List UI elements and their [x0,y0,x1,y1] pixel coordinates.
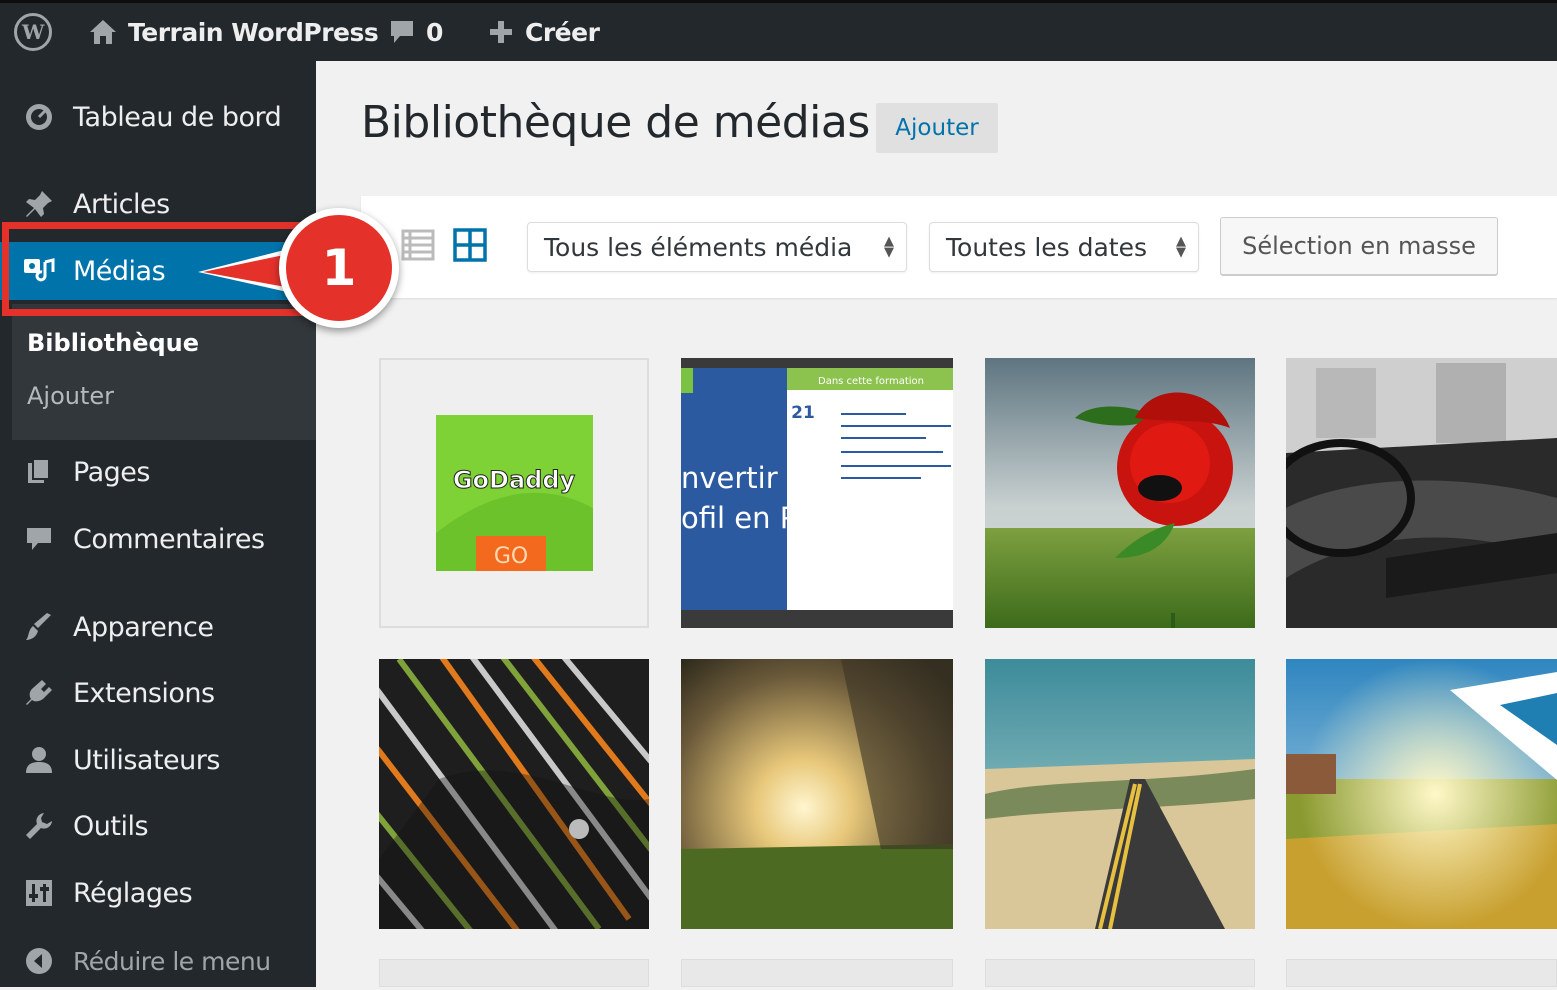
logo-text: GoDaddy [453,466,576,494]
slide-header: Dans cette formation [818,376,924,387]
slide-line-1: nvertir son [681,461,838,495]
rose-image [985,358,1255,628]
list-view-icon[interactable] [401,228,435,262]
media-submenu: Bibliothèque Ajouter [12,304,316,440]
submenu-item-add[interactable]: Ajouter [27,382,114,410]
select-arrows-icon: ▲ ▼ [1176,234,1186,260]
sidebar-item-label: Pages [73,456,150,488]
media-thumbnail-partial[interactable] [1286,959,1557,987]
sidebar-item-label: Apparence [73,611,214,643]
media-thumbnail-partial[interactable] [681,959,953,987]
select-arrows-icon: ▲ ▼ [884,234,894,260]
striped-fabric-image [379,659,649,929]
new-label: Créer [525,17,600,47]
media-thumbnail[interactable] [985,659,1255,929]
media-type-filter-value: Tous les éléments média [544,232,853,262]
collapse-label: Réduire le menu [73,946,271,976]
page-icon [22,455,56,489]
media-thumbnail[interactable] [985,358,1255,628]
slide-line-2: ofil en Page [681,501,850,535]
home-icon [90,20,116,44]
site-title: Terrain WordPress [128,17,379,47]
road-image [985,659,1255,929]
car-interior-image [1286,358,1557,628]
brush-icon [22,610,56,644]
submenu-item-library[interactable]: Bibliothèque [27,329,199,357]
media-thumbnail[interactable]: GoDaddy GO [379,358,649,628]
add-media-button[interactable]: Ajouter [876,103,998,153]
sidebar-item-label: Outils [73,810,149,842]
grid-view-icon[interactable] [453,228,487,262]
new-content-link[interactable]: Créer [487,3,600,61]
media-thumbnail[interactable]: Dans cette formation 21 nvertir son ofil… [681,358,953,628]
godaddy-logo-image: GoDaddy GO [379,358,649,628]
admin-bar: W Terrain WordPress 0 Créer [0,0,1557,61]
media-thumbnail-partial[interactable] [379,959,649,987]
step-callout: 1 [279,208,399,328]
highlight-box [2,222,314,316]
sidebar-item-label: Articles [73,188,170,220]
collapse-menu-button[interactable]: Réduire le menu [0,932,316,990]
media-thumbnail-partial[interactable] [985,959,1255,987]
logo-subtext: GO [494,544,528,569]
sidebar-item-extensions[interactable]: Extensions [0,664,316,722]
sidebar-item-tools[interactable]: Outils [0,797,316,855]
date-filter-value: Toutes les dates [946,232,1148,262]
sidebar-item-label: Utilisateurs [73,744,220,776]
media-thumbnail[interactable] [1286,358,1557,628]
sunlight-image [681,659,953,929]
sidebar-item-users[interactable]: Utilisateurs [0,731,316,789]
date-filter[interactable]: Toutes les dates ▲ ▼ [929,222,1199,272]
sidebar-item-pages[interactable]: Pages [0,443,316,501]
bulk-select-button[interactable]: Sélection en masse [1220,217,1498,275]
comment-bubble-icon [391,21,413,43]
media-thumbnail[interactable] [681,659,953,929]
slide-image: Dans cette formation 21 nvertir son ofil… [681,358,953,628]
dashboard-icon [22,100,56,134]
media-thumbnail[interactable] [1286,659,1557,929]
page-title: Bibliothèque de médias [361,97,870,148]
slide-number: 21 [791,403,815,423]
plugin-icon [22,676,56,710]
sidebar-item-label: Réglages [73,877,193,909]
sidebar-item-settings[interactable]: Réglages [0,864,316,922]
comment-count: 0 [426,17,443,47]
settings-icon [22,876,56,910]
main-content: Bibliothèque de médias Ajouter Tous les … [316,61,1557,987]
sidebar-item-appearance[interactable]: Apparence [0,598,316,656]
collapse-arrow-icon [22,944,56,978]
sidebar-item-dashboard[interactable]: Tableau de bord [0,88,316,146]
media-toolbar: Tous les éléments média ▲ ▼ Toutes les da… [361,196,1557,298]
media-type-filter[interactable]: Tous les éléments média ▲ ▼ [527,222,907,272]
meadow-image [1286,659,1557,929]
sidebar-item-label: Commentaires [73,523,265,555]
user-icon [22,743,56,777]
wordpress-logo-icon[interactable]: W [14,3,58,61]
pin-icon [22,187,56,221]
comments-link[interactable]: 0 [388,3,443,61]
media-thumbnail[interactable] [379,659,649,929]
sidebar-item-label: Tableau de bord [73,101,282,133]
comment-icon [22,522,56,556]
admin-sidebar: Tableau de bord Articles Médias Biblioth… [0,61,316,987]
site-link[interactable]: Terrain WordPress [88,3,379,61]
wrench-icon [22,809,56,843]
plus-icon [490,21,512,43]
sidebar-item-label: Extensions [73,677,215,709]
sidebar-item-comments[interactable]: Commentaires [0,510,316,568]
